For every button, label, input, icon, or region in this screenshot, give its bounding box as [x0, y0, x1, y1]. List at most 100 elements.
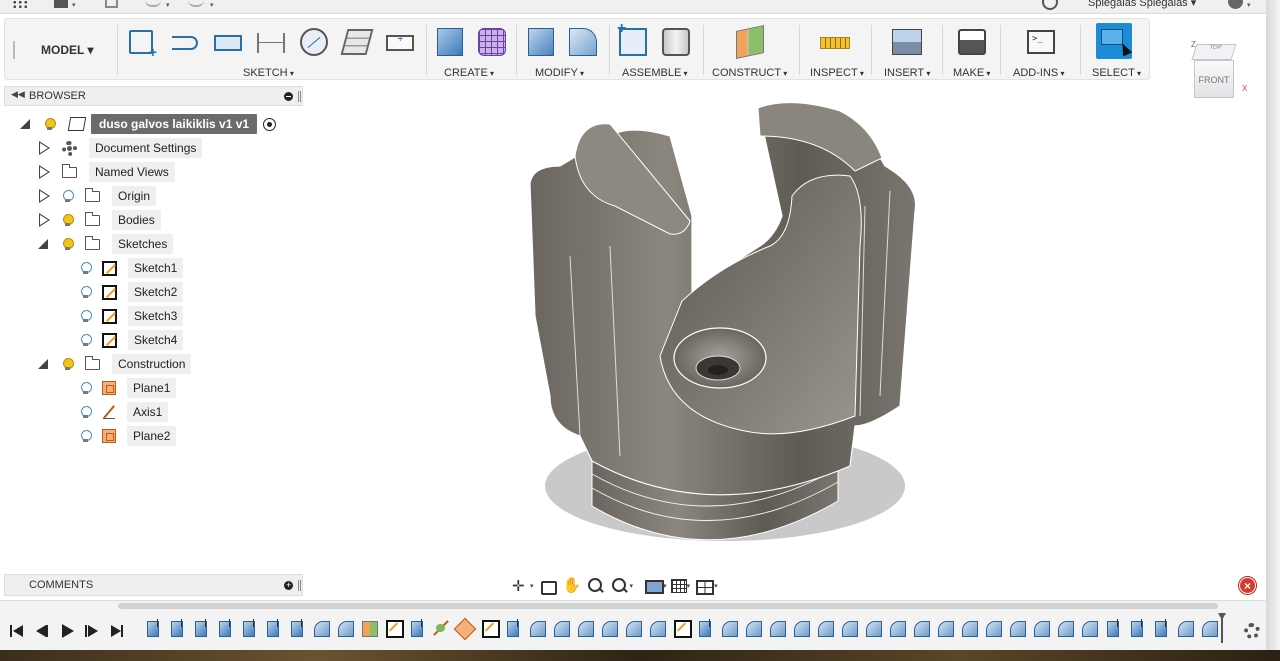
timeline-feature-fillet-icon[interactable]: [1199, 617, 1219, 639]
fillet-button[interactable]: [566, 25, 600, 59]
zoom-icon[interactable]: [586, 577, 606, 595]
circle-tool-button[interactable]: [297, 25, 331, 59]
expand-triangle-icon[interactable]: [38, 141, 50, 155]
user-menu[interactable]: Spiegalas Spiegalas ▾: [1088, 0, 1196, 9]
scripts-button[interactable]: [1024, 25, 1058, 59]
apps-grid-icon[interactable]: [12, 0, 28, 9]
text-tool-button[interactable]: [383, 25, 417, 59]
redo-caret-icon[interactable]: ▾: [210, 1, 214, 9]
timeline-scrollbar[interactable]: [118, 603, 1218, 609]
save-icon[interactable]: [105, 0, 118, 8]
visibility-bulb-icon[interactable]: [80, 405, 92, 419]
timeline-feature-extrude-icon[interactable]: [167, 617, 187, 639]
view-cube-front-face[interactable]: FRONT: [1194, 60, 1234, 98]
timeline-settings-gear-icon[interactable]: [1244, 623, 1260, 639]
grid-caret-icon[interactable]: ▾: [687, 582, 691, 590]
workspace-switcher[interactable]: MODEL ▾: [41, 43, 93, 57]
insert-menu[interactable]: INSERT: [884, 67, 930, 79]
timeline-feature-extrude-icon[interactable]: [407, 617, 427, 639]
expand-triangle-icon[interactable]: [38, 239, 48, 249]
pan-icon[interactable]: [562, 576, 582, 595]
visibility-bulb-icon[interactable]: [80, 333, 92, 347]
timeline-feature-extrude-icon[interactable]: [503, 617, 523, 639]
tree-item-document-settings[interactable]: Document Settings: [38, 138, 203, 158]
timeline-feature-fillet-icon[interactable]: [887, 617, 907, 639]
press-pull-button[interactable]: [524, 25, 558, 59]
visibility-bulb-icon[interactable]: [62, 189, 74, 203]
timeline-feature-sketch-icon[interactable]: [671, 617, 692, 639]
extrude-button[interactable]: [433, 25, 467, 59]
toolbar-grip[interactable]: [13, 41, 15, 59]
browser-drag-handle[interactable]: [298, 91, 301, 102]
visibility-bulb-icon[interactable]: [80, 309, 92, 323]
timeline-feature-fillet-icon[interactable]: [623, 617, 643, 639]
expand-triangle-icon[interactable]: [38, 359, 48, 369]
tree-item-sketch3[interactable]: Sketch3: [80, 306, 184, 326]
tree-item-sketch4[interactable]: Sketch4: [80, 330, 184, 350]
grid-settings-icon[interactable]: [670, 579, 687, 593]
timeline-feature-fillet-icon[interactable]: [791, 617, 811, 639]
undo-caret-icon[interactable]: ▾: [166, 1, 170, 9]
expand-triangle-icon[interactable]: [38, 189, 50, 203]
sketch-menu[interactable]: SKETCH: [243, 67, 294, 79]
view-cube[interactable]: Z TOP FRONT X: [1188, 40, 1247, 102]
timeline-feature-fillet-icon[interactable]: [335, 617, 355, 639]
tree-item-bodies[interactable]: Bodies: [38, 210, 161, 230]
visibility-bulb-icon[interactable]: [44, 117, 56, 131]
tree-item-construction[interactable]: Construction: [38, 354, 192, 374]
timeline-feature-extrude-icon[interactable]: [263, 617, 283, 639]
tree-item-named-views[interactable]: Named Views: [38, 162, 175, 182]
timeline-feature-fillet-icon[interactable]: [839, 617, 859, 639]
timeline-feature-extrude-icon[interactable]: [191, 617, 211, 639]
timeline-feature-fillet-icon[interactable]: [767, 617, 787, 639]
timeline-feature-fillet-icon[interactable]: [911, 617, 931, 639]
expand-triangle-icon[interactable]: [20, 119, 30, 129]
dimension-tool-button[interactable]: [254, 25, 288, 59]
timeline-feature-fillet-icon[interactable]: [1079, 617, 1099, 639]
tree-item-sketch1[interactable]: Sketch1: [80, 258, 184, 278]
tree-item-plane2[interactable]: Plane2: [80, 426, 177, 446]
joint-button[interactable]: [659, 25, 693, 59]
job-status-icon[interactable]: [1042, 0, 1058, 10]
addins-menu[interactable]: ADD-INS: [1013, 67, 1064, 79]
tree-root[interactable]: duso galvos laikiklis v1 v1: [20, 114, 277, 134]
timeline-feature-fillet-icon[interactable]: [527, 617, 547, 639]
create-form-button[interactable]: [475, 25, 509, 59]
look-at-icon[interactable]: [538, 577, 558, 595]
canvas-button[interactable]: [890, 25, 924, 59]
fit-icon[interactable]: [610, 577, 630, 595]
rectangle-tool-button[interactable]: [211, 25, 245, 59]
offset-plane-button[interactable]: [733, 25, 767, 59]
timeline-feature-extrude-icon[interactable]: [143, 617, 163, 639]
expand-triangle-icon[interactable]: [38, 165, 50, 179]
file-menu-icon[interactable]: [54, 0, 68, 8]
timeline-feature-fillet-icon[interactable]: [743, 617, 763, 639]
tree-item-axis1[interactable]: Axis1: [80, 402, 169, 422]
timeline-feature-extrude-icon[interactable]: [1151, 617, 1171, 639]
timeline-feature-fillet-icon[interactable]: [983, 617, 1003, 639]
visibility-bulb-icon[interactable]: [80, 285, 92, 299]
timeline-feature-extrude-icon[interactable]: [239, 617, 259, 639]
timeline-feature-extrude-icon[interactable]: [215, 617, 235, 639]
timeline-feature-fillet-icon[interactable]: [1055, 617, 1075, 639]
visibility-bulb-icon[interactable]: [62, 237, 74, 251]
add-comment-icon[interactable]: +: [284, 581, 293, 590]
comments-drag-handle[interactable]: [298, 580, 301, 591]
undo-icon[interactable]: [145, 0, 161, 7]
inspect-menu[interactable]: INSPECT: [810, 67, 864, 79]
orbit-caret-icon[interactable]: ▾: [530, 582, 534, 590]
file-menu-caret-icon[interactable]: ▾: [72, 1, 76, 9]
redo-icon[interactable]: [188, 0, 204, 7]
timeline-feature-fillet-icon[interactable]: [1175, 617, 1195, 639]
timeline-feature-hole-icon[interactable]: [455, 617, 475, 639]
project-tool-button[interactable]: [340, 25, 374, 59]
timeline-feature-fillet-icon[interactable]: [599, 617, 619, 639]
timeline-feature-sketch-icon[interactable]: [383, 617, 404, 639]
select-menu[interactable]: SELECT: [1092, 67, 1141, 79]
fit-caret-icon[interactable]: ▾: [630, 582, 634, 590]
visibility-bulb-icon[interactable]: [80, 429, 92, 443]
assemble-menu[interactable]: ASSEMBLE: [622, 67, 688, 79]
create-sketch-button[interactable]: [126, 25, 160, 60]
timeline-feature-fillet-icon[interactable]: [1031, 617, 1051, 639]
go-to-end-icon[interactable]: [108, 622, 126, 640]
